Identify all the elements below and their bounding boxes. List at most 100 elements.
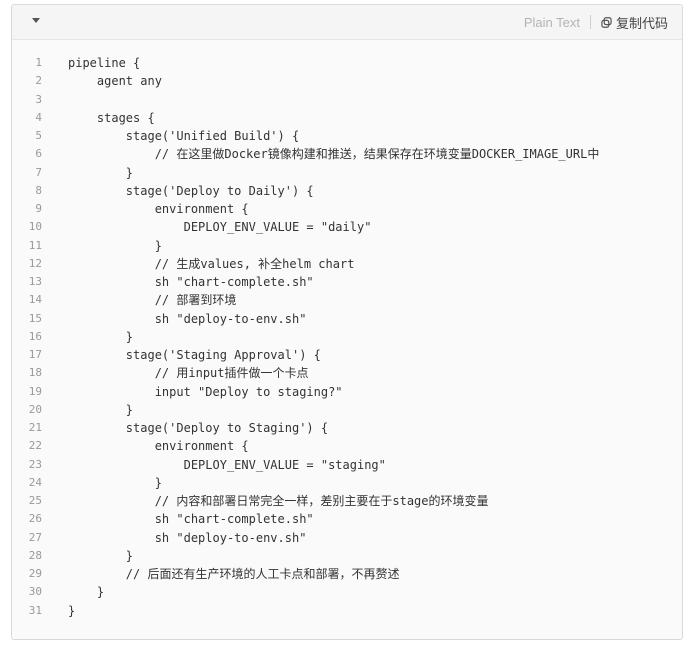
line-code: // 生成values, 补全helm chart bbox=[68, 256, 355, 271]
code-line: 11 } bbox=[12, 237, 682, 255]
line-code: input "Deploy to staging?" bbox=[68, 384, 343, 399]
line-code: } bbox=[68, 603, 76, 618]
line-code: sh "chart-complete.sh" bbox=[68, 275, 314, 289]
line-number: 24 bbox=[28, 475, 42, 489]
line-number: 15 bbox=[28, 311, 42, 325]
line-code: // 在这里做Docker镜像构建和推送，结果保存在环境变量DOCKER_IMA… bbox=[68, 147, 600, 162]
line-number: 19 bbox=[28, 384, 42, 398]
code-toolbar: Plain Text 复制代码 bbox=[12, 5, 682, 40]
language-label: Plain Text bbox=[523, 14, 580, 30]
line-code: } bbox=[68, 402, 134, 417]
code-line: 29 // 后面还有生产环境的人工卡点和部署，不再赘述 bbox=[12, 565, 682, 583]
line-number: 25 bbox=[28, 494, 42, 507]
code-line: 4 stages { bbox=[12, 109, 682, 127]
line-code: } bbox=[68, 238, 162, 253]
line-number: 3 bbox=[35, 92, 42, 106]
line-number: 27 bbox=[28, 530, 42, 544]
line-number: 14 bbox=[28, 293, 42, 307]
line-code: } bbox=[68, 329, 134, 344]
line-code: // 后面还有生产环境的人工卡点和部署，不再赘述 bbox=[68, 567, 400, 581]
line-code: environment { bbox=[68, 439, 249, 454]
code-line: 7 } bbox=[12, 164, 682, 182]
code-line: 22 environment { bbox=[12, 437, 682, 455]
line-code: pipeline { bbox=[68, 56, 141, 70]
toolbar-actions: Plain Text 复制代码 bbox=[524, 5, 668, 39]
code-line: 20 } bbox=[12, 401, 682, 419]
code-line: 3 bbox=[12, 91, 682, 109]
line-number: 28 bbox=[28, 548, 42, 562]
code-line: 6 // 在这里做Docker镜像构建和推送，结果保存在环境变量DOCKER_I… bbox=[12, 145, 682, 163]
line-number: 30 bbox=[28, 585, 42, 599]
copy-link-icon bbox=[601, 16, 612, 28]
line-code: agent any bbox=[68, 74, 162, 89]
code-line: 5 stage('Unified Build') { bbox=[12, 127, 682, 145]
line-number: 4 bbox=[35, 110, 42, 124]
line-number: 8 bbox=[35, 183, 42, 197]
code-line: 17 stage('Staging Approval') { bbox=[12, 346, 682, 364]
line-number: 18 bbox=[28, 366, 42, 380]
line-code: stage('Staging Approval') { bbox=[68, 348, 321, 362]
code-line: 18 // 用input插件做一个卡点 bbox=[12, 364, 682, 382]
code-line: 14 // 部署到环境 bbox=[12, 291, 682, 309]
line-number: 9 bbox=[35, 202, 42, 215]
line-code: // 用input插件做一个卡点 bbox=[68, 366, 309, 381]
line-number: 26 bbox=[28, 512, 42, 526]
line-code: sh "deploy-to-env.sh" bbox=[68, 311, 307, 326]
code-line: 28 } bbox=[12, 547, 682, 565]
line-number: 13 bbox=[28, 275, 42, 288]
code-line: 31} bbox=[12, 602, 682, 620]
line-code: sh "deploy-to-env.sh" bbox=[68, 530, 307, 545]
code-line: 10 DEPLOY_ENV_VALUE = "daily" bbox=[12, 218, 682, 236]
code-block: Plain Text 复制代码 1 pipeline { 2 agent any 3 4… bbox=[11, 4, 683, 640]
line-number: 5 bbox=[35, 129, 42, 142]
line-code: // 内容和部署日常完全一样，差别主要在于stage的环境变量 bbox=[68, 494, 489, 508]
code-line: 13 sh "chart-complete.sh" bbox=[12, 273, 682, 291]
code-line: 25 // 内容和部署日常完全一样，差别主要在于stage的环境变量 bbox=[12, 492, 682, 510]
code-line: 30 } bbox=[12, 583, 682, 601]
line-number: 31 bbox=[28, 603, 42, 617]
code-line: 26 sh "chart-complete.sh" bbox=[12, 510, 682, 528]
line-code: stage('Deploy to Staging') { bbox=[68, 421, 329, 435]
code-line: 19 input "Deploy to staging?" bbox=[12, 383, 682, 401]
line-number: 2 bbox=[35, 74, 42, 88]
line-code: stage('Unified Build') { bbox=[68, 129, 300, 143]
line-code: } bbox=[68, 475, 162, 490]
code-line: 24 } bbox=[12, 474, 682, 492]
code-line: 2 agent any bbox=[12, 72, 682, 90]
line-number: 12 bbox=[28, 256, 42, 270]
line-number: 17 bbox=[28, 348, 42, 361]
code-line: 23 DEPLOY_ENV_VALUE = "staging" bbox=[12, 456, 682, 474]
line-number: 11 bbox=[28, 238, 42, 252]
code-line: 15 sh "deploy-to-env.sh" bbox=[12, 310, 682, 328]
copy-code-button[interactable]: 复制代码 bbox=[601, 13, 668, 32]
chevron-down-icon[interactable] bbox=[32, 18, 40, 23]
line-number: 23 bbox=[28, 457, 42, 471]
line-code: } bbox=[68, 548, 134, 563]
line-code: } bbox=[68, 585, 105, 600]
code-line: 12 // 生成values, 补全helm chart bbox=[12, 255, 682, 273]
line-code: } bbox=[68, 165, 134, 180]
line-number: 10 bbox=[28, 220, 42, 234]
copy-code-label: 复制代码 bbox=[615, 15, 668, 31]
code-line: 21 stage('Deploy to Staging') { bbox=[12, 419, 682, 437]
line-number: 7 bbox=[35, 165, 42, 179]
line-number: 1 bbox=[35, 56, 42, 69]
line-code: stages { bbox=[68, 110, 155, 125]
line-code: // 部署到环境 bbox=[68, 293, 237, 308]
line-code: sh "chart-complete.sh" bbox=[68, 512, 314, 527]
line-number: 22 bbox=[28, 439, 42, 453]
code-line: 27 sh "deploy-to-env.sh" bbox=[12, 529, 682, 547]
toolbar-divider bbox=[589, 15, 591, 29]
code-area[interactable]: 1 pipeline {2 agent any 3 4 stages {5 stage… bbox=[12, 54, 682, 620]
line-number: 29 bbox=[28, 567, 42, 580]
line-code: stage('Deploy to Daily') { bbox=[68, 183, 314, 198]
code-line: 1 pipeline { bbox=[12, 54, 682, 72]
line-number: 6 bbox=[35, 147, 42, 161]
line-number: 16 bbox=[28, 329, 42, 343]
line-code: environment { bbox=[68, 202, 249, 216]
line-code: DEPLOY_ENV_VALUE = "daily" bbox=[68, 220, 372, 235]
line-code: DEPLOY_ENV_VALUE = "staging" bbox=[68, 457, 386, 472]
code-line: 8 stage('Deploy to Daily') { bbox=[12, 182, 682, 200]
code-line: 9 environment { bbox=[12, 200, 682, 218]
